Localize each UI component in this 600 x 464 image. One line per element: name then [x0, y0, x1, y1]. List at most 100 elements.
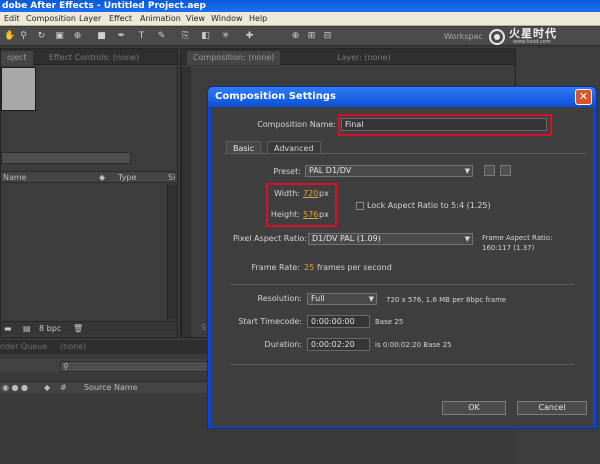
- column-size[interactable]: Si: [168, 172, 175, 183]
- project-panel: oject Effect Controls: (none) Name ◆ Typ…: [0, 48, 178, 338]
- tab-render-queue[interactable]: nder Queue: [0, 340, 47, 354]
- column-name[interactable]: Name: [3, 172, 27, 183]
- app-title: dobe After Effects - Untitled Project.ae…: [2, 1, 206, 11]
- close-icon[interactable]: ✕: [575, 89, 592, 105]
- trash-icon[interactable]: 🗑: [73, 322, 83, 336]
- chevron-down-icon: ▼: [464, 167, 470, 175]
- composition-tabstrip: Composition: (none) Layer: (none): [181, 49, 515, 65]
- search-icon: ⚲: [63, 362, 69, 371]
- composition-name-label: Composition Name:: [257, 120, 336, 129]
- dialog-body: Composition Name: Final Basic Advanced P…: [211, 107, 593, 427]
- puppet-tool-icon[interactable]: ✳: [220, 31, 231, 41]
- frame-rate-value[interactable]: 25: [304, 263, 314, 273]
- project-search-input[interactable]: [1, 152, 131, 164]
- timeline-search-input[interactable]: ⚲: [60, 361, 210, 372]
- duration-input[interactable]: 0:00:02:20: [307, 338, 370, 351]
- app-titlebar: dobe After Effects - Untitled Project.ae…: [0, 0, 600, 12]
- menu-effect[interactable]: Effect: [109, 12, 132, 26]
- pixel-aspect-value: D1/DV PAL (1.09): [312, 234, 381, 243]
- menu-help[interactable]: Help: [249, 12, 267, 26]
- eraser-tool-icon[interactable]: ◧: [200, 31, 211, 41]
- axis-world-icon[interactable]: ⊞: [306, 31, 317, 41]
- save-preset-icon[interactable]: [484, 165, 495, 176]
- folder-icon[interactable]: ▬: [4, 322, 12, 336]
- resolution-select[interactable]: Full ▼: [307, 293, 377, 305]
- axis-local-icon[interactable]: ⊕: [290, 31, 301, 41]
- menu-animation[interactable]: Animation: [140, 12, 181, 26]
- watermark-url: www.hxsd.com: [513, 39, 551, 45]
- start-timecode-input[interactable]: 0:00:00:00: [307, 315, 370, 328]
- frame-aspect-label: Frame Aspect Ratio:: [482, 234, 553, 242]
- project-thumbnail: [1, 67, 36, 111]
- chevron-down-icon: ▼: [464, 235, 470, 243]
- resolution-value: Full: [311, 294, 325, 303]
- axis-view-icon[interactable]: ⊟: [322, 31, 333, 41]
- delete-preset-icon[interactable]: [500, 165, 511, 176]
- tab-effect-controls[interactable]: Effect Controls: (none): [43, 51, 145, 65]
- menu-window[interactable]: Window: [211, 12, 243, 26]
- menu-view[interactable]: View: [186, 12, 205, 26]
- pixel-aspect-select[interactable]: D1/DV PAL (1.09) ▼: [308, 233, 473, 245]
- menu-bar: Edit Composition Layer Effect Animation …: [0, 12, 600, 26]
- pen-tool-icon[interactable]: ✒: [116, 31, 127, 41]
- bpc-label[interactable]: 8 bpc: [39, 322, 61, 336]
- new-composition-icon[interactable]: ▤: [23, 322, 31, 336]
- section-divider: [231, 284, 575, 285]
- composition-left-border: [181, 67, 191, 337]
- workspace-label[interactable]: Workspac: [444, 27, 483, 46]
- column-source-name[interactable]: Source Name: [84, 382, 138, 394]
- label-tag-icon[interactable]: ◆: [99, 172, 105, 183]
- cancel-button[interactable]: Cancel: [517, 401, 587, 415]
- project-bottom-toolbar: ▬ ▤ 8 bpc 🗑: [1, 321, 177, 335]
- rotate-tool-icon[interactable]: ↻: [36, 31, 47, 41]
- watermark-swirl-icon: [489, 29, 505, 45]
- tab-layer[interactable]: Layer: (none): [331, 51, 397, 65]
- menu-layer[interactable]: Layer: [79, 12, 101, 26]
- bottom-tabstrip: nder Queue (none): [0, 340, 210, 354]
- av-switch-icons[interactable]: ◉ ● ●: [2, 382, 28, 394]
- duration-info: is 0:00:02:20 Base 25: [375, 341, 452, 349]
- menu-edit[interactable]: Edit: [4, 12, 20, 26]
- composition-settings-dialog: Composition Settings ✕ Composition Name:…: [207, 86, 597, 429]
- label-tag-icon[interactable]: ◆: [44, 382, 50, 394]
- frame-aspect-value: 160:117 (1.37): [482, 244, 535, 252]
- brush-tool-icon[interactable]: ✎: [156, 31, 167, 41]
- highlight-name-box: [338, 114, 552, 136]
- pin-tool-icon[interactable]: ✚: [244, 31, 255, 41]
- resolution-info: 720 x 576, 1.6 MB per 8bpc frame: [386, 296, 507, 304]
- hand-tool-icon[interactable]: ✋: [4, 31, 15, 41]
- clone-tool-icon[interactable]: ⎘: [180, 31, 191, 41]
- tab-timeline[interactable]: (none): [60, 340, 86, 354]
- dialog-title: Composition Settings: [215, 91, 336, 102]
- highlight-size-box: [266, 183, 337, 227]
- pixel-aspect-label: Pixel Aspect Ratio:: [233, 234, 307, 243]
- tab-composition[interactable]: Composition: (none): [187, 51, 281, 65]
- pan-behind-tool-icon[interactable]: ⊕: [72, 31, 83, 41]
- project-scrollbar[interactable]: [167, 185, 177, 319]
- site-watermark-logo: 火星时代 www.hxsd.com: [487, 28, 600, 46]
- section-divider: [231, 364, 575, 365]
- start-timecode-base: Base 25: [375, 318, 404, 326]
- chevron-down-icon: ▼: [368, 295, 374, 303]
- ok-button[interactable]: OK: [442, 401, 506, 415]
- layer-column-headers: ◉ ● ● ◆ # Source Name: [0, 381, 210, 393]
- rectangle-tool-icon[interactable]: ■: [96, 31, 107, 41]
- tab-divider: [225, 153, 587, 154]
- preset-label: Preset:: [273, 167, 301, 176]
- dialog-titlebar: Composition Settings ✕: [208, 87, 596, 107]
- camera-tool-icon[interactable]: ▣: [54, 31, 65, 41]
- project-tabstrip: oject Effect Controls: (none): [1, 49, 177, 65]
- menu-composition[interactable]: Composition: [26, 12, 76, 26]
- column-type[interactable]: Type: [118, 172, 136, 183]
- project-column-headers: Name ◆ Type Si: [1, 171, 177, 183]
- start-timecode-label: Start Timecode:: [238, 317, 302, 326]
- zoom-tool-icon[interactable]: ⚲: [18, 31, 29, 41]
- text-tool-icon[interactable]: T: [136, 31, 147, 41]
- preset-value: PAL D1/DV: [309, 166, 352, 175]
- hash-icon[interactable]: #: [60, 382, 67, 394]
- tab-project[interactable]: oject: [1, 51, 33, 65]
- lock-aspect-checkbox[interactable]: [356, 202, 364, 210]
- frame-rate-label: Frame Rate:: [251, 263, 300, 272]
- preset-select[interactable]: PAL D1/DV ▼: [305, 165, 473, 177]
- duration-label: Duration:: [264, 340, 302, 349]
